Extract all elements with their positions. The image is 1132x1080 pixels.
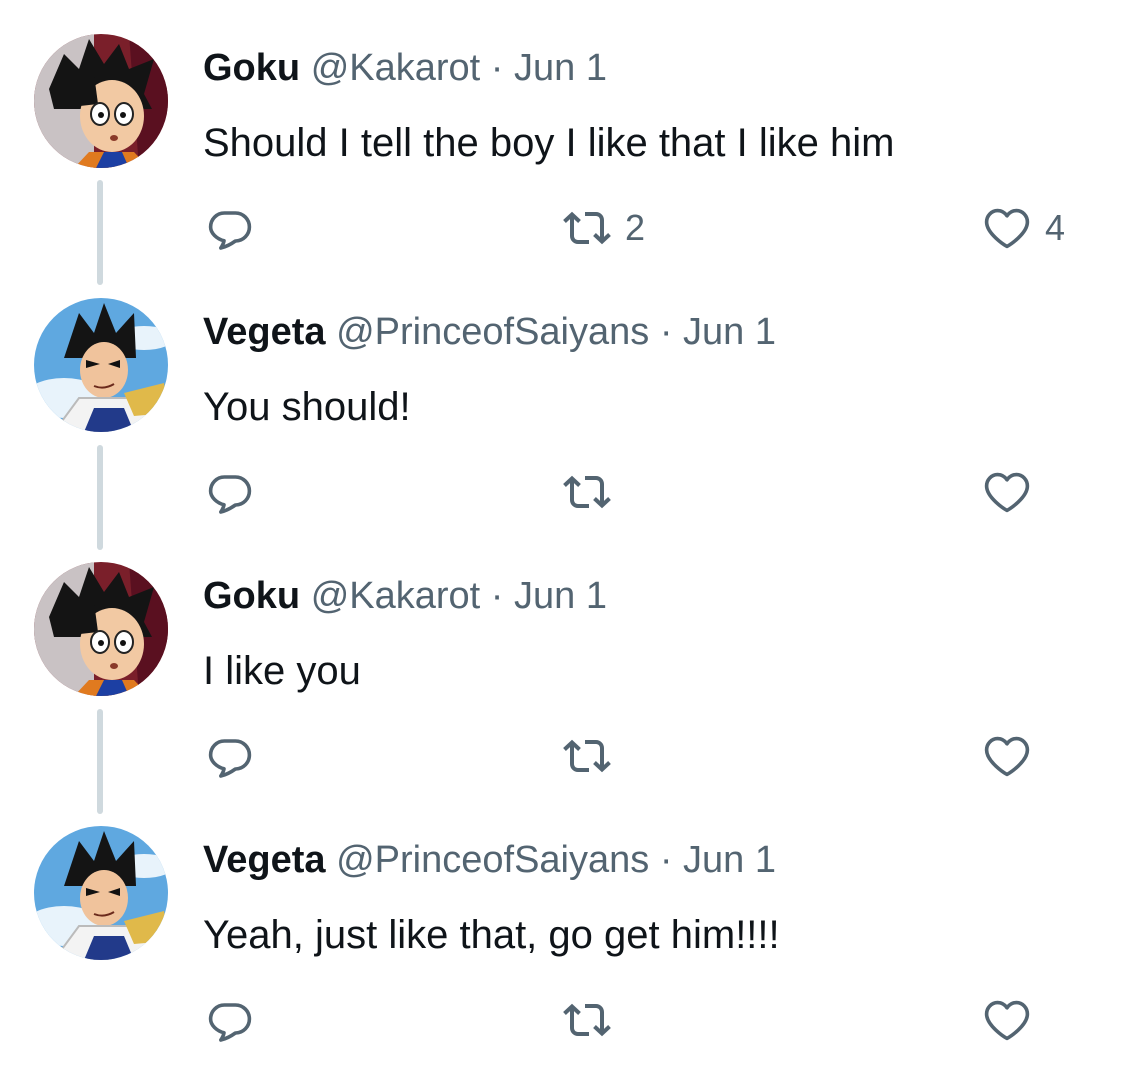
reply-icon <box>206 204 254 252</box>
heart-icon <box>983 468 1031 516</box>
reply-button[interactable] <box>206 992 254 1048</box>
retweet-button[interactable] <box>563 992 611 1048</box>
reply-icon <box>206 468 254 516</box>
reply-button[interactable] <box>206 200 254 256</box>
like-button[interactable] <box>983 728 1031 784</box>
separator-dot: · <box>490 47 504 89</box>
like-button[interactable] <box>983 464 1031 520</box>
tweet-text: You should! <box>203 385 411 429</box>
user-handle[interactable]: @Kakarot <box>311 575 481 617</box>
like-count: 4 <box>1045 207 1066 248</box>
vegeta-avatar <box>34 298 168 432</box>
like-button[interactable]: 4 <box>983 200 1065 256</box>
retweet-button[interactable] <box>563 464 611 520</box>
display-name[interactable]: Goku <box>203 575 300 617</box>
tweet-header: Vegeta @PrinceofSaiyans · Jun 1 <box>203 837 776 883</box>
reply-button[interactable] <box>206 464 254 520</box>
heart-icon <box>983 204 1031 252</box>
retweet-icon <box>563 996 611 1044</box>
reply-button[interactable] <box>206 728 254 784</box>
avatar[interactable] <box>34 298 168 432</box>
display-name[interactable]: Goku <box>203 47 300 89</box>
tweet-text: Yeah, just like that, go get him!!!! <box>203 913 780 957</box>
avatar[interactable] <box>34 562 168 696</box>
tweet[interactable]: Goku @Kakarot · Jun 1 I like you <box>0 528 1132 814</box>
tweet-date[interactable]: Jun 1 <box>683 311 776 353</box>
retweet-button[interactable]: 2 <box>563 200 645 256</box>
heart-icon <box>983 996 1031 1044</box>
tweet-thread: Goku @Kakarot · Jun 1 Should I tell the … <box>0 0 1132 1080</box>
goku-avatar <box>34 34 168 168</box>
reply-icon <box>206 996 254 1044</box>
tweet-text: I like you <box>203 649 361 693</box>
separator-dot: · <box>659 311 673 353</box>
tweet-header: Goku @Kakarot · Jun 1 <box>203 573 607 619</box>
display-name[interactable]: Vegeta <box>203 311 326 353</box>
goku-avatar <box>34 562 168 696</box>
separator-dot: · <box>490 575 504 617</box>
vegeta-avatar <box>34 826 168 960</box>
tweet[interactable]: Vegeta @PrinceofSaiyans · Jun 1 Yeah, ju… <box>0 792 1132 1056</box>
retweet-icon <box>563 468 611 516</box>
user-handle[interactable]: @PrinceofSaiyans <box>336 311 649 353</box>
avatar[interactable] <box>34 34 168 168</box>
separator-dot: · <box>659 839 673 881</box>
heart-icon <box>983 732 1031 780</box>
tweet-text: Should I tell the boy I like that I like… <box>203 121 895 165</box>
display-name[interactable]: Vegeta <box>203 839 326 881</box>
like-button[interactable] <box>983 992 1031 1048</box>
user-handle[interactable]: @PrinceofSaiyans <box>336 839 649 881</box>
tweet[interactable]: Goku @Kakarot · Jun 1 Should I tell the … <box>0 0 1132 285</box>
retweet-count: 2 <box>625 207 646 248</box>
retweet-button[interactable] <box>563 728 611 784</box>
tweet-date[interactable]: Jun 1 <box>683 839 776 881</box>
reply-icon <box>206 732 254 780</box>
tweet-header: Vegeta @PrinceofSaiyans · Jun 1 <box>203 309 776 355</box>
tweet[interactable]: Vegeta @PrinceofSaiyans · Jun 1 You shou… <box>0 264 1132 550</box>
retweet-icon <box>563 732 611 780</box>
avatar[interactable] <box>34 826 168 960</box>
retweet-icon <box>563 204 611 252</box>
user-handle[interactable]: @Kakarot <box>311 47 481 89</box>
tweet-header: Goku @Kakarot · Jun 1 <box>203 45 607 91</box>
tweet-date[interactable]: Jun 1 <box>514 47 607 89</box>
tweet-date[interactable]: Jun 1 <box>514 575 607 617</box>
